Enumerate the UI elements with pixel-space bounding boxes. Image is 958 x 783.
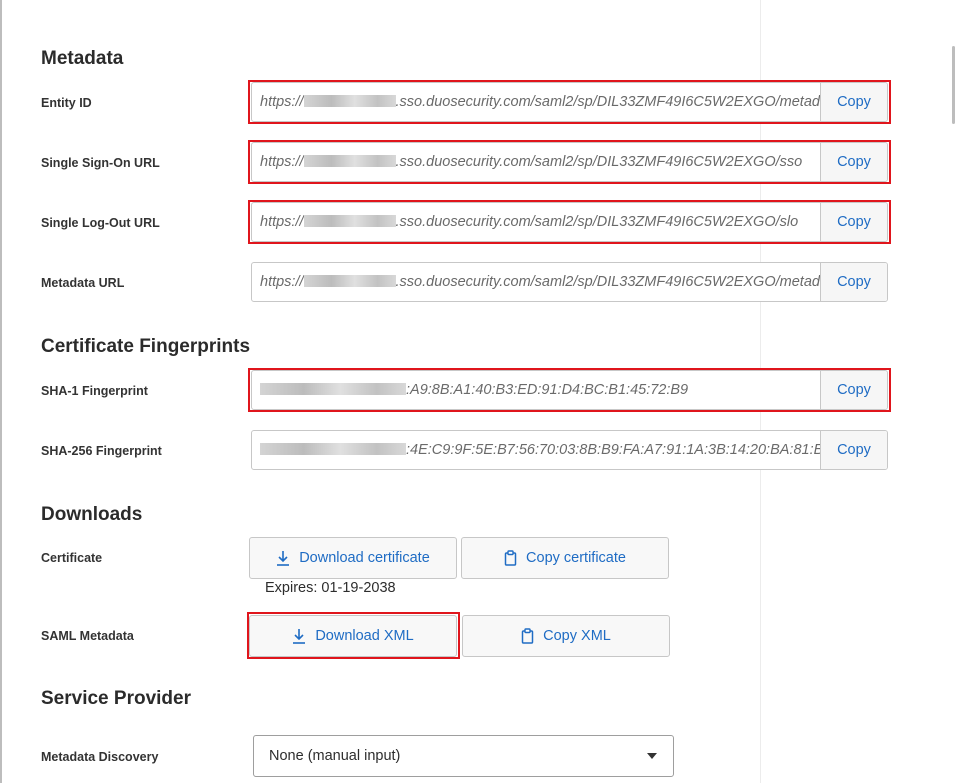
sha1-label: SHA-1 Fingerprint (41, 384, 148, 398)
redacted-text (260, 383, 406, 395)
clipboard-icon (521, 628, 534, 644)
copy-xml-button[interactable]: Copy XML (462, 615, 670, 657)
section-title-certificate-fingerprints: Certificate Fingerprints (41, 336, 251, 357)
metadata-discovery-label: Metadata Discovery (41, 750, 159, 764)
download-certificate-button[interactable]: Download certificate (249, 537, 457, 579)
metadata-discovery-select[interactable]: None (manual input) (253, 735, 674, 777)
redacted-text (260, 443, 406, 455)
sso-url-field[interactable]: https://.sso.duosecurity.com/saml2/sp/DI… (251, 142, 888, 182)
metadata-url-field[interactable]: https://.sso.duosecurity.com/saml2/sp/DI… (251, 262, 888, 302)
copy-certificate-label: Copy certificate (526, 550, 626, 566)
certificate-expiry: Expires: 01-19-2038 (265, 580, 396, 596)
metadata-discovery-value: None (manual input) (269, 748, 401, 764)
slo-url-field[interactable]: https://.sso.duosecurity.com/saml2/sp/DI… (251, 202, 888, 242)
download-icon (277, 551, 290, 566)
scrollbar-thumb[interactable] (952, 46, 955, 124)
sha1-value[interactable]: :A9:8B:A1:40:B3:ED:91:D4:BC:B1:45:72:B9 (252, 371, 820, 409)
metadata-url-value[interactable]: https://.sso.duosecurity.com/saml2/sp/DI… (252, 263, 820, 301)
copy-sso-url-button[interactable]: Copy (820, 143, 887, 181)
saml-metadata-label: SAML Metadata (41, 629, 134, 643)
section-title-downloads: Downloads (41, 504, 143, 525)
certificate-label: Certificate (41, 551, 103, 565)
copy-xml-label: Copy XML (543, 628, 611, 644)
download-xml-label: Download XML (315, 628, 414, 644)
left-border (0, 0, 2, 783)
slo-url-value[interactable]: https://.sso.duosecurity.com/saml2/sp/DI… (252, 203, 820, 241)
sha256-label: SHA-256 Fingerprint (41, 444, 162, 458)
clipboard-icon (504, 550, 517, 566)
copy-certificate-button[interactable]: Copy certificate (461, 537, 669, 579)
chevron-down-icon (647, 753, 657, 759)
sha256-field[interactable]: :4E:C9:9F:5E:B7:56:70:03:8B:B9:FA:A7:91:… (251, 430, 888, 470)
metadata-url-label: Metadata URL (41, 276, 125, 290)
entity-id-value[interactable]: https://.sso.duosecurity.com/saml2/sp/DI… (252, 83, 820, 121)
sso-url-value[interactable]: https://.sso.duosecurity.com/saml2/sp/DI… (252, 143, 820, 181)
section-title-metadata: Metadata (41, 48, 124, 69)
redacted-text (303, 155, 396, 167)
slo-url-label: Single Log-Out URL (41, 216, 160, 230)
copy-metadata-url-button[interactable]: Copy (820, 263, 887, 301)
download-xml-button[interactable]: Download XML (249, 615, 457, 657)
sso-url-label: Single Sign-On URL (41, 156, 160, 170)
copy-sha1-button[interactable]: Copy (820, 371, 887, 409)
copy-slo-url-button[interactable]: Copy (820, 203, 887, 241)
download-certificate-label: Download certificate (299, 550, 430, 566)
download-icon (293, 629, 306, 644)
entity-id-label: Entity ID (41, 96, 92, 110)
sha256-value[interactable]: :4E:C9:9F:5E:B7:56:70:03:8B:B9:FA:A7:91:… (252, 431, 820, 469)
sha1-field[interactable]: :A9:8B:A1:40:B3:ED:91:D4:BC:B1:45:72:B9 … (251, 370, 888, 410)
entity-id-field[interactable]: https://.sso.duosecurity.com/saml2/sp/DI… (251, 82, 888, 122)
redacted-text (303, 275, 396, 287)
copy-entity-id-button[interactable]: Copy (820, 83, 887, 121)
redacted-text (303, 95, 396, 107)
copy-sha256-button[interactable]: Copy (820, 431, 887, 469)
redacted-text (303, 215, 396, 227)
section-title-service-provider: Service Provider (41, 688, 191, 709)
